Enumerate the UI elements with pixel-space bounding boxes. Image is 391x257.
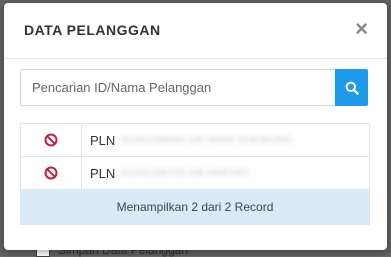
search-icon xyxy=(345,81,359,95)
customer-table: PLN 51241299000 DR IMAM SOEWONO PLN 5124… xyxy=(20,123,370,225)
search-input[interactable] xyxy=(20,69,335,106)
search-group xyxy=(20,69,368,106)
table-row: PLN 51241299000 DR IMAM SOEWONO xyxy=(21,124,369,157)
select-row-button[interactable] xyxy=(21,157,82,189)
close-button[interactable]: × xyxy=(355,17,368,41)
ban-icon xyxy=(44,133,58,147)
table-row: PLN 51241298725 DB HARTATI xyxy=(21,157,369,190)
modal-header: DATA PELANGGAN × xyxy=(4,3,387,59)
modal-title: DATA PELANGGAN xyxy=(24,22,161,38)
customer-name-cell: PLN 51241299000 DR IMAM SOEWONO xyxy=(82,124,369,156)
customer-prefix: PLN xyxy=(90,165,116,181)
ban-icon xyxy=(44,166,58,180)
select-row-button[interactable] xyxy=(21,124,82,156)
customer-detail: 51241299000 DR IMAM SOEWONO xyxy=(121,134,293,146)
customer-name-cell: PLN 51241298725 DB HARTATI xyxy=(82,157,369,189)
customer-prefix: PLN xyxy=(90,132,116,148)
customer-data-modal: DATA PELANGGAN × PLN 51241299000 DR IMAM… xyxy=(4,3,387,250)
record-count-footer: Menampilkan 2 dari 2 Record xyxy=(21,190,369,224)
search-button[interactable] xyxy=(335,69,368,106)
customer-detail: 51241298725 DB HARTATI xyxy=(121,167,250,179)
